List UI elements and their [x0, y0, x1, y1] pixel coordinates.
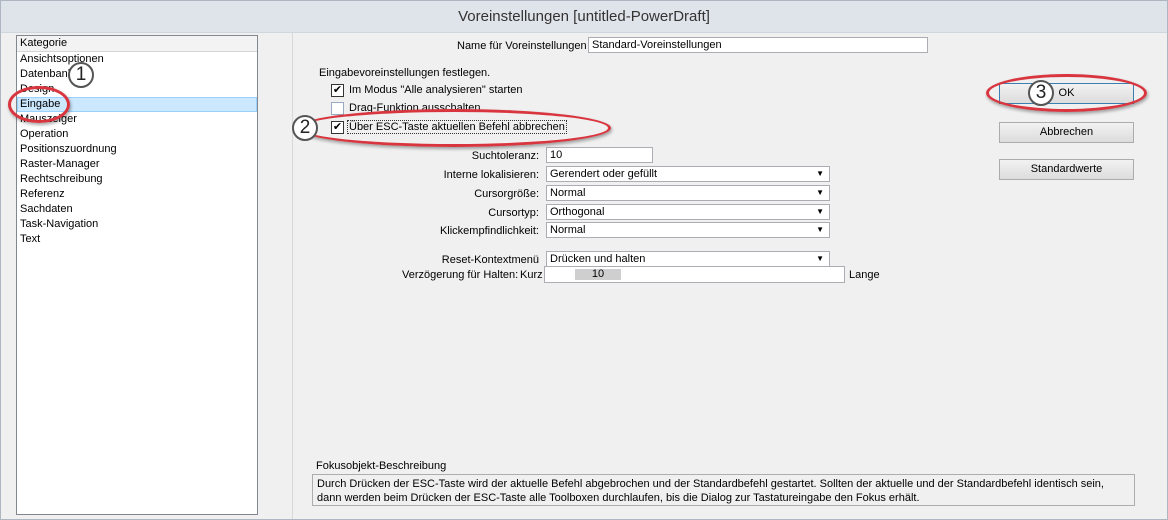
chevron-down-icon: ▼	[816, 207, 824, 216]
focus-description-label: Fokusobjekt-Beschreibung	[316, 460, 447, 472]
locate-interior-label: Interne lokalisieren:	[443, 169, 539, 181]
click-sensitivity-dropdown[interactable]: Normal ▼	[546, 222, 830, 238]
hold-delay-slider[interactable]: 10	[544, 266, 845, 283]
cursor-type-label: Cursortyp:	[488, 207, 539, 219]
start-analyze-all-checkbox[interactable]: ✔	[331, 84, 344, 97]
annotation-ring-ok	[986, 74, 1147, 112]
category-item[interactable]: Raster-Manager	[17, 157, 257, 172]
hold-delay-max-label: Lange	[849, 269, 880, 281]
category-item[interactable]: Sachdaten	[17, 202, 257, 217]
hold-delay-label: Verzögerung für Halten:	[402, 269, 519, 281]
category-item[interactable]: Positionszuordnung	[17, 142, 257, 157]
category-item[interactable]: Datenbank	[17, 67, 257, 82]
annotation-ring-esc-option	[297, 109, 611, 147]
reset-context-menu-label: Reset-Kontextmenü	[441, 254, 539, 266]
preset-name-input[interactable]: Standard-Voreinstellungen	[588, 37, 928, 53]
group-label: Eingabevoreinstellungen festlegen.	[319, 67, 491, 79]
cursor-size-label: Cursorgröße:	[474, 188, 539, 200]
category-item[interactable]: Rechtschreibung	[17, 172, 257, 187]
disable-drag-checkbox[interactable]	[331, 102, 344, 115]
annotation-badge-1: 1	[68, 62, 94, 88]
cursor-size-dropdown[interactable]: Normal ▼	[546, 185, 830, 201]
chevron-down-icon: ▼	[816, 188, 824, 197]
hold-delay-min-label: Kurz	[520, 269, 543, 281]
cursor-type-dropdown[interactable]: Orthogonal ▼	[546, 204, 830, 220]
category-item[interactable]: Ansichtsoptionen	[17, 52, 257, 67]
dialog-client-area: Kategorie Ansichtsoptionen Datenbank Des…	[1, 33, 1167, 519]
reset-context-menu-value: Drücken und halten	[550, 253, 646, 265]
category-item[interactable]: Referenz	[17, 187, 257, 202]
focus-description-text: Durch Drücken der ESC-Taste wird der akt…	[312, 474, 1135, 506]
search-tolerance-label: Suchtoleranz:	[471, 150, 539, 162]
annotation-badge-3: 3	[1028, 80, 1054, 106]
click-sensitivity-value: Normal	[550, 224, 586, 236]
locate-interior-dropdown[interactable]: Gerendert oder gefüllt ▼	[546, 166, 830, 182]
annotation-badge-2: 2	[292, 115, 318, 141]
chevron-down-icon: ▼	[816, 225, 824, 234]
window-title: Voreinstellungen [untitled-PowerDraft]	[1, 1, 1167, 33]
preset-name-label: Name für Voreinstellungen	[457, 40, 587, 52]
chevron-down-icon: ▼	[816, 254, 824, 263]
cursor-size-value: Normal	[550, 187, 586, 199]
panel-divider	[292, 33, 293, 519]
click-sensitivity-label: Klickempfindlichkeit:	[439, 225, 539, 237]
cursor-type-value: Orthogonal	[550, 206, 605, 218]
start-analyze-all-label: Im Modus "Alle analysieren" starten	[349, 84, 523, 96]
defaults-button[interactable]: Standardwerte	[999, 159, 1134, 180]
category-item[interactable]: Operation	[17, 127, 257, 142]
search-tolerance-input[interactable]: 10	[546, 147, 653, 163]
locate-interior-value: Gerendert oder gefüllt	[550, 168, 658, 180]
category-item[interactable]: Text	[17, 232, 257, 247]
category-list-header: Kategorie	[17, 36, 257, 52]
preferences-dialog: Voreinstellungen [untitled-PowerDraft] K…	[0, 0, 1168, 520]
chevron-down-icon: ▼	[816, 169, 824, 178]
cancel-button[interactable]: Abbrechen	[999, 122, 1134, 143]
category-item[interactable]: Task-Navigation	[17, 217, 257, 232]
annotation-ring-category	[8, 86, 70, 123]
reset-context-menu-dropdown[interactable]: Drücken und halten ▼	[546, 251, 830, 267]
hold-delay-slider-thumb[interactable]: 10	[575, 269, 621, 280]
